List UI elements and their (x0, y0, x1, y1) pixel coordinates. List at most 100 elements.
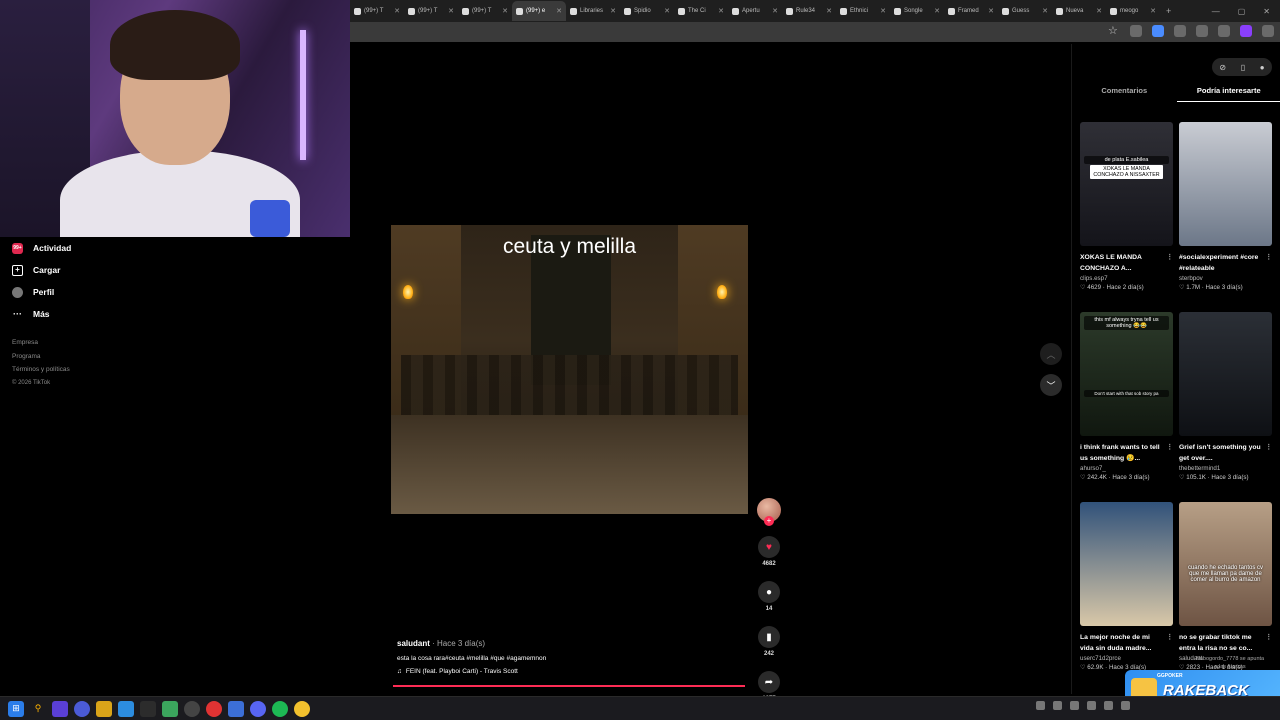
new-tab-button[interactable]: + (1160, 6, 1177, 16)
tab-close-icon[interactable]: ✕ (988, 7, 994, 15)
app-icon[interactable] (74, 700, 90, 717)
app-icon[interactable] (52, 700, 68, 717)
search-icon[interactable]: ⚲ (30, 701, 46, 717)
browser-tab[interactable]: Libraries ✕ (566, 1, 620, 21)
user-avatar-icon[interactable]: ● (1260, 63, 1265, 72)
video-thumbnail[interactable] (1179, 122, 1272, 246)
save-button[interactable]: ▮ (758, 626, 780, 648)
footer-link[interactable]: Programa (12, 350, 70, 364)
browser-tab[interactable]: (99+) T ✕ (458, 1, 512, 21)
video-card[interactable]: #socialexperiment #core #relateable ⋮ ste… (1179, 122, 1272, 312)
discord-icon[interactable] (250, 700, 266, 717)
browser-tab[interactable]: Framed ✕ (944, 1, 998, 21)
browser-tab[interactable]: Spidio ✕ (620, 1, 674, 21)
profile-icon[interactable] (1240, 25, 1252, 37)
tab-close-icon[interactable]: ✕ (772, 7, 778, 15)
tray-icon[interactable] (1053, 701, 1062, 710)
tab-comments[interactable]: Comentarios (1072, 84, 1177, 102)
windows-start-icon[interactable]: ⊞ (8, 700, 24, 717)
browser-tab[interactable]: Apertu ✕ (728, 1, 782, 21)
video-card-user[interactable]: sterbpov (1179, 275, 1272, 282)
browser-tab[interactable]: Rule34 ✕ (782, 1, 836, 21)
tab-close-icon[interactable]: ✕ (1042, 7, 1048, 15)
more-options-icon[interactable]: ⋮ (1265, 442, 1272, 453)
tab-close-icon[interactable]: ✕ (718, 7, 724, 15)
app-icon[interactable] (228, 700, 244, 717)
video-card[interactable]: Grief isn't something you get over.... ⋮ … (1179, 312, 1272, 502)
share-button[interactable]: ➦ (758, 671, 780, 693)
tab-close-icon[interactable]: ✕ (826, 7, 832, 15)
maximize-icon[interactable]: ▢ (1238, 7, 1246, 16)
video-card-user[interactable]: userc71d2prce (1080, 655, 1173, 662)
menu-icon[interactable] (1262, 25, 1274, 37)
comment-button[interactable]: ● (758, 581, 780, 603)
more-options-icon[interactable]: ⋮ (1166, 252, 1173, 263)
tray-icon[interactable] (1104, 701, 1113, 710)
tab-close-icon[interactable]: ✕ (934, 7, 940, 15)
video-card[interactable]: La mejor noche de mi vida sin duda madre… (1080, 502, 1173, 692)
extension-icon[interactable] (1152, 25, 1164, 37)
sidebar-item-upload[interactable]: + Cargar (0, 259, 150, 281)
extensions-puzzle-icon[interactable] (1174, 25, 1186, 37)
app-icon[interactable] (162, 700, 178, 717)
sidebar-item-more[interactable]: ··· Más (0, 303, 150, 325)
more-options-icon[interactable]: ⋮ (1166, 442, 1173, 453)
video-thumbnail[interactable]: de plata E.sabilea XOKAS LE MANDA CONCHA… (1080, 122, 1173, 246)
video-card-user[interactable]: clips.esp7 (1080, 275, 1173, 282)
video-card-user[interactable]: ahurso7_ (1080, 465, 1173, 472)
app-icon[interactable] (184, 700, 200, 717)
tab-close-icon[interactable]: ✕ (880, 7, 886, 15)
video-thumbnail[interactable]: cuando he echado tantos cv que me llaman… (1179, 502, 1272, 626)
more-options-icon[interactable]: ⋮ (1265, 632, 1272, 643)
next-video-button[interactable]: ﹀ (1040, 374, 1062, 396)
sidebar-icon[interactable] (1218, 25, 1230, 37)
browser-tab[interactable]: (99+) e ✕ (512, 1, 566, 21)
footer-link[interactable]: Términos y políticas (12, 363, 70, 377)
more-options-icon[interactable]: ⋮ (1265, 252, 1272, 263)
app-icon[interactable] (118, 700, 134, 717)
browser-tab[interactable]: Songle ✕ (890, 1, 944, 21)
music-info[interactable]: ♫ FEIN (feat. Playboi Carti) - Travis Sc… (397, 668, 757, 675)
browser-tab[interactable]: Nueva ✕ (1052, 1, 1106, 21)
spotify-icon[interactable] (272, 700, 288, 717)
tab-close-icon[interactable]: ✕ (448, 7, 454, 15)
tray-icon[interactable] (1036, 701, 1045, 710)
browser-tab[interactable]: Ethnici ✕ (836, 1, 890, 21)
more-options-icon[interactable]: ⋮ (1166, 632, 1173, 643)
chrome-icon[interactable] (294, 700, 310, 717)
like-button[interactable]: ♥ (758, 536, 780, 558)
steam-icon[interactable] (140, 700, 156, 717)
browser-tab[interactable]: (99+) T ✕ (350, 1, 404, 21)
video-thumbnail[interactable]: this mf always tryna tell us something 😂… (1080, 312, 1173, 436)
tab-close-icon[interactable]: ✕ (610, 7, 616, 15)
compass-icon[interactable]: ⊘ (1219, 63, 1226, 72)
chrome-icon[interactable] (206, 700, 222, 717)
extension-icon[interactable] (1130, 25, 1142, 37)
bookmark-star-icon[interactable]: ☆ (1108, 25, 1120, 37)
video-progress-bar[interactable] (393, 685, 745, 687)
author-name[interactable]: saludant (397, 639, 430, 648)
browser-tab[interactable]: (99+) T ✕ (404, 1, 458, 21)
video-card[interactable]: de plata E.sabilea XOKAS LE MANDA CONCHA… (1080, 122, 1173, 312)
close-icon[interactable]: ✕ (1263, 7, 1270, 16)
tray-icon[interactable] (1070, 701, 1079, 710)
bookmarks-icon[interactable] (1196, 25, 1208, 37)
browser-tab[interactable]: The Ci ✕ (674, 1, 728, 21)
app-icon[interactable] (96, 700, 112, 717)
video-thumbnail[interactable] (1179, 312, 1272, 436)
follow-plus-icon[interactable]: + (764, 516, 774, 526)
sidebar-item-activity[interactable]: 99+ Actividad (0, 237, 150, 259)
tab-close-icon[interactable]: ✕ (664, 7, 670, 15)
tab-close-icon[interactable]: ✕ (1150, 7, 1156, 15)
tray-icon[interactable] (1087, 701, 1096, 710)
browser-tab[interactable]: Guess ✕ (998, 1, 1052, 21)
tab-close-icon[interactable]: ✕ (1096, 7, 1102, 15)
video-card[interactable]: this mf always tryna tell us something 😂… (1080, 312, 1173, 502)
browser-tab[interactable]: meogo ✕ (1106, 1, 1160, 21)
tray-icon[interactable] (1121, 701, 1130, 710)
tab-close-icon[interactable]: ✕ (394, 7, 400, 15)
phone-icon[interactable]: ▯ (1241, 63, 1245, 72)
tab-close-icon[interactable]: ✕ (556, 7, 562, 15)
author-avatar[interactable]: + (757, 498, 781, 526)
tab-recommended[interactable]: Podría interesarte (1176, 84, 1280, 102)
